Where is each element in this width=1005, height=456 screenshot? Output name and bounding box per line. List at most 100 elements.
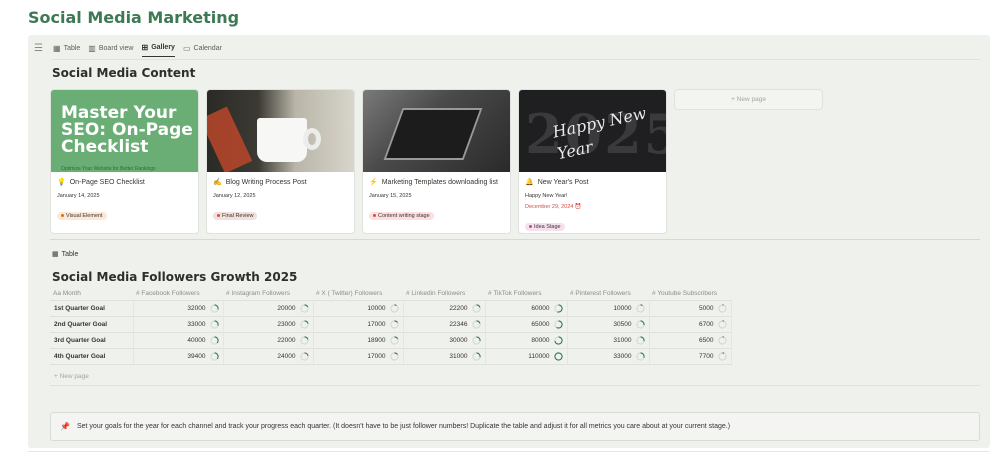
table-row[interactable]: 1st Quarter Goal 32000 20000 10000 22200 6000… <box>50 299 732 316</box>
progress-ring-icon <box>471 335 481 345</box>
progress-ring-icon <box>717 335 727 345</box>
status-badge: Visual Element <box>57 211 107 220</box>
column-header[interactable]: # Facebook Followers <box>133 288 223 300</box>
status-badge: Content writing stage <box>369 211 434 220</box>
card-cover-image: Master Your SEO: On-Page Checklist Optim… <box>51 90 198 172</box>
column-header[interactable]: # TikTok Followers <box>485 288 567 300</box>
new-page-button[interactable]: + New page <box>674 89 823 110</box>
tab-board-view[interactable]: ▥ Board view <box>88 41 133 57</box>
gallery-card[interactable]: ⚡ Marketing Templates downloading list Ja… <box>362 89 511 234</box>
table-row[interactable]: 2nd Quarter Goal 33000 23000 17000 22346 6500… <box>50 315 732 332</box>
table-row[interactable]: 3rd Quarter Goal 40000 22000 18900 30000 8000… <box>50 331 732 348</box>
value-cell[interactable]: 33000 <box>133 315 224 332</box>
pencil-icon: ✍ <box>213 179 222 186</box>
value-cell[interactable]: 7700 <box>649 347 732 365</box>
value-cell[interactable]: 65000 <box>485 315 568 332</box>
progress-ring-icon <box>717 319 727 329</box>
value-cell[interactable]: 30500 <box>567 315 650 332</box>
value-cell[interactable]: 17000 <box>313 347 404 365</box>
value-cell[interactable]: 6500 <box>649 331 732 348</box>
value-cell[interactable]: 40000 <box>133 331 224 348</box>
value-cell[interactable]: 60000 <box>485 299 568 316</box>
table-new-page-button[interactable]: + New page <box>54 373 89 380</box>
gallery-icon: ⊞ <box>141 43 149 52</box>
divider <box>52 59 980 60</box>
progress-ring-icon <box>635 335 645 345</box>
column-header[interactable]: # Instagram Followers <box>223 288 313 300</box>
gallery-card[interactable]: ✍ Blog Writing Process Post January 12, 2… <box>206 89 355 234</box>
cover-heading: Master Your SEO: On-Page Checklist <box>61 103 193 157</box>
board-icon: ▥ <box>88 43 96 53</box>
value-cell[interactable]: 22000 <box>223 331 314 348</box>
value-cell[interactable]: 22346 <box>403 315 486 332</box>
status-badge: Final Review <box>213 211 258 220</box>
card-subtitle: Happy New Year! <box>525 193 568 199</box>
tab-table[interactable]: ▦ Table <box>53 41 80 57</box>
card-title: New Year's Post <box>537 178 589 186</box>
progress-ring-icon <box>389 335 399 345</box>
gallery-card[interactable]: Master Your SEO: On-Page Checklist Optim… <box>50 89 199 234</box>
progress-ring-icon <box>553 303 563 313</box>
progress-ring-icon <box>389 351 399 361</box>
value-cell[interactable]: 22200 <box>403 299 486 316</box>
card-date: January 15, 2025 <box>369 193 412 199</box>
value-cell[interactable]: 110000 <box>485 347 568 365</box>
value-cell[interactable]: 30000 <box>403 331 486 348</box>
month-cell[interactable]: 4th Quarter Goal <box>50 347 134 365</box>
gallery-title: Social Media Content <box>52 66 196 80</box>
tab-calendar[interactable]: ▭ Calendar <box>183 41 222 57</box>
table-view-label[interactable]: ▦ Table <box>52 250 78 259</box>
gallery-card[interactable]: 2025 Happy New Year 🔔New Year's Post Hap… <box>518 89 667 234</box>
value-cell[interactable]: 24000 <box>223 347 314 365</box>
view-toggle-icon[interactable]: ☰ <box>34 43 43 54</box>
progress-ring-icon <box>209 319 219 329</box>
progress-ring-icon <box>553 335 563 345</box>
progress-ring-icon <box>635 319 645 329</box>
table-row[interactable]: 4th Quarter Goal 39400 24000 17000 31000 1100… <box>50 347 732 365</box>
view-tabs: ▦ Table ▥ Board view ⊞ Gallery ▭ Calendar <box>53 41 222 57</box>
column-header[interactable]: # Pinterest Followers <box>567 288 649 300</box>
divider <box>50 239 980 240</box>
value-cell[interactable]: 31000 <box>403 347 486 365</box>
value-cell[interactable]: 80000 <box>485 331 568 348</box>
card-date: December 29, 2024 ⏰ <box>525 204 582 210</box>
value-cell[interactable]: 10000 <box>567 299 650 316</box>
value-cell[interactable]: 33000 <box>567 347 650 365</box>
followers-table: Aa Month # Facebook Followers # Instagram … <box>50 288 732 365</box>
card-cover-image: 2025 Happy New Year <box>519 90 666 172</box>
gallery-cards: Master Your SEO: On-Page Checklist Optim… <box>50 89 823 234</box>
bulb-icon: 💡 <box>57 179 66 186</box>
status-badge: Idea Stage <box>525 222 565 231</box>
value-cell[interactable]: 31000 <box>567 331 650 348</box>
column-header[interactable]: # Linkedin Followers <box>403 288 485 300</box>
month-cell[interactable]: 2nd Quarter Goal <box>50 315 134 332</box>
value-cell[interactable]: 39400 <box>133 347 224 365</box>
column-header[interactable]: # X ( Twitter) Followers <box>313 288 403 300</box>
value-cell[interactable]: 32000 <box>133 299 224 316</box>
card-title: Blog Writing Process Post <box>225 178 307 186</box>
value-cell[interactable]: 20000 <box>223 299 314 316</box>
column-header[interactable]: # Youtube Subscribers <box>649 288 731 300</box>
progress-ring-icon <box>635 351 645 361</box>
month-cell[interactable]: 3rd Quarter Goal <box>50 331 134 348</box>
progress-ring-icon <box>209 303 219 313</box>
progress-ring-icon <box>299 335 309 345</box>
month-cell[interactable]: 1st Quarter Goal <box>50 299 134 316</box>
progress-ring-icon <box>299 319 309 329</box>
tab-gallery[interactable]: ⊞ Gallery <box>141 41 175 57</box>
value-cell[interactable]: 18900 <box>313 331 404 348</box>
value-cell[interactable]: 17000 <box>313 315 404 332</box>
progress-ring-icon <box>553 319 563 329</box>
card-date: January 12, 2025 <box>213 193 256 199</box>
value-cell[interactable]: 5000 <box>649 299 732 316</box>
progress-ring-icon <box>299 351 309 361</box>
value-cell[interactable]: 10000 <box>313 299 404 316</box>
column-header[interactable]: Aa Month <box>50 288 133 300</box>
pushpin-icon: 📌 <box>60 422 70 431</box>
value-cell[interactable]: 23000 <box>223 315 314 332</box>
value-cell[interactable]: 6700 <box>649 315 732 332</box>
lightning-icon: ⚡ <box>369 179 378 186</box>
progress-ring-icon <box>471 319 481 329</box>
card-cover-image <box>363 90 510 172</box>
progress-ring-icon <box>209 351 219 361</box>
